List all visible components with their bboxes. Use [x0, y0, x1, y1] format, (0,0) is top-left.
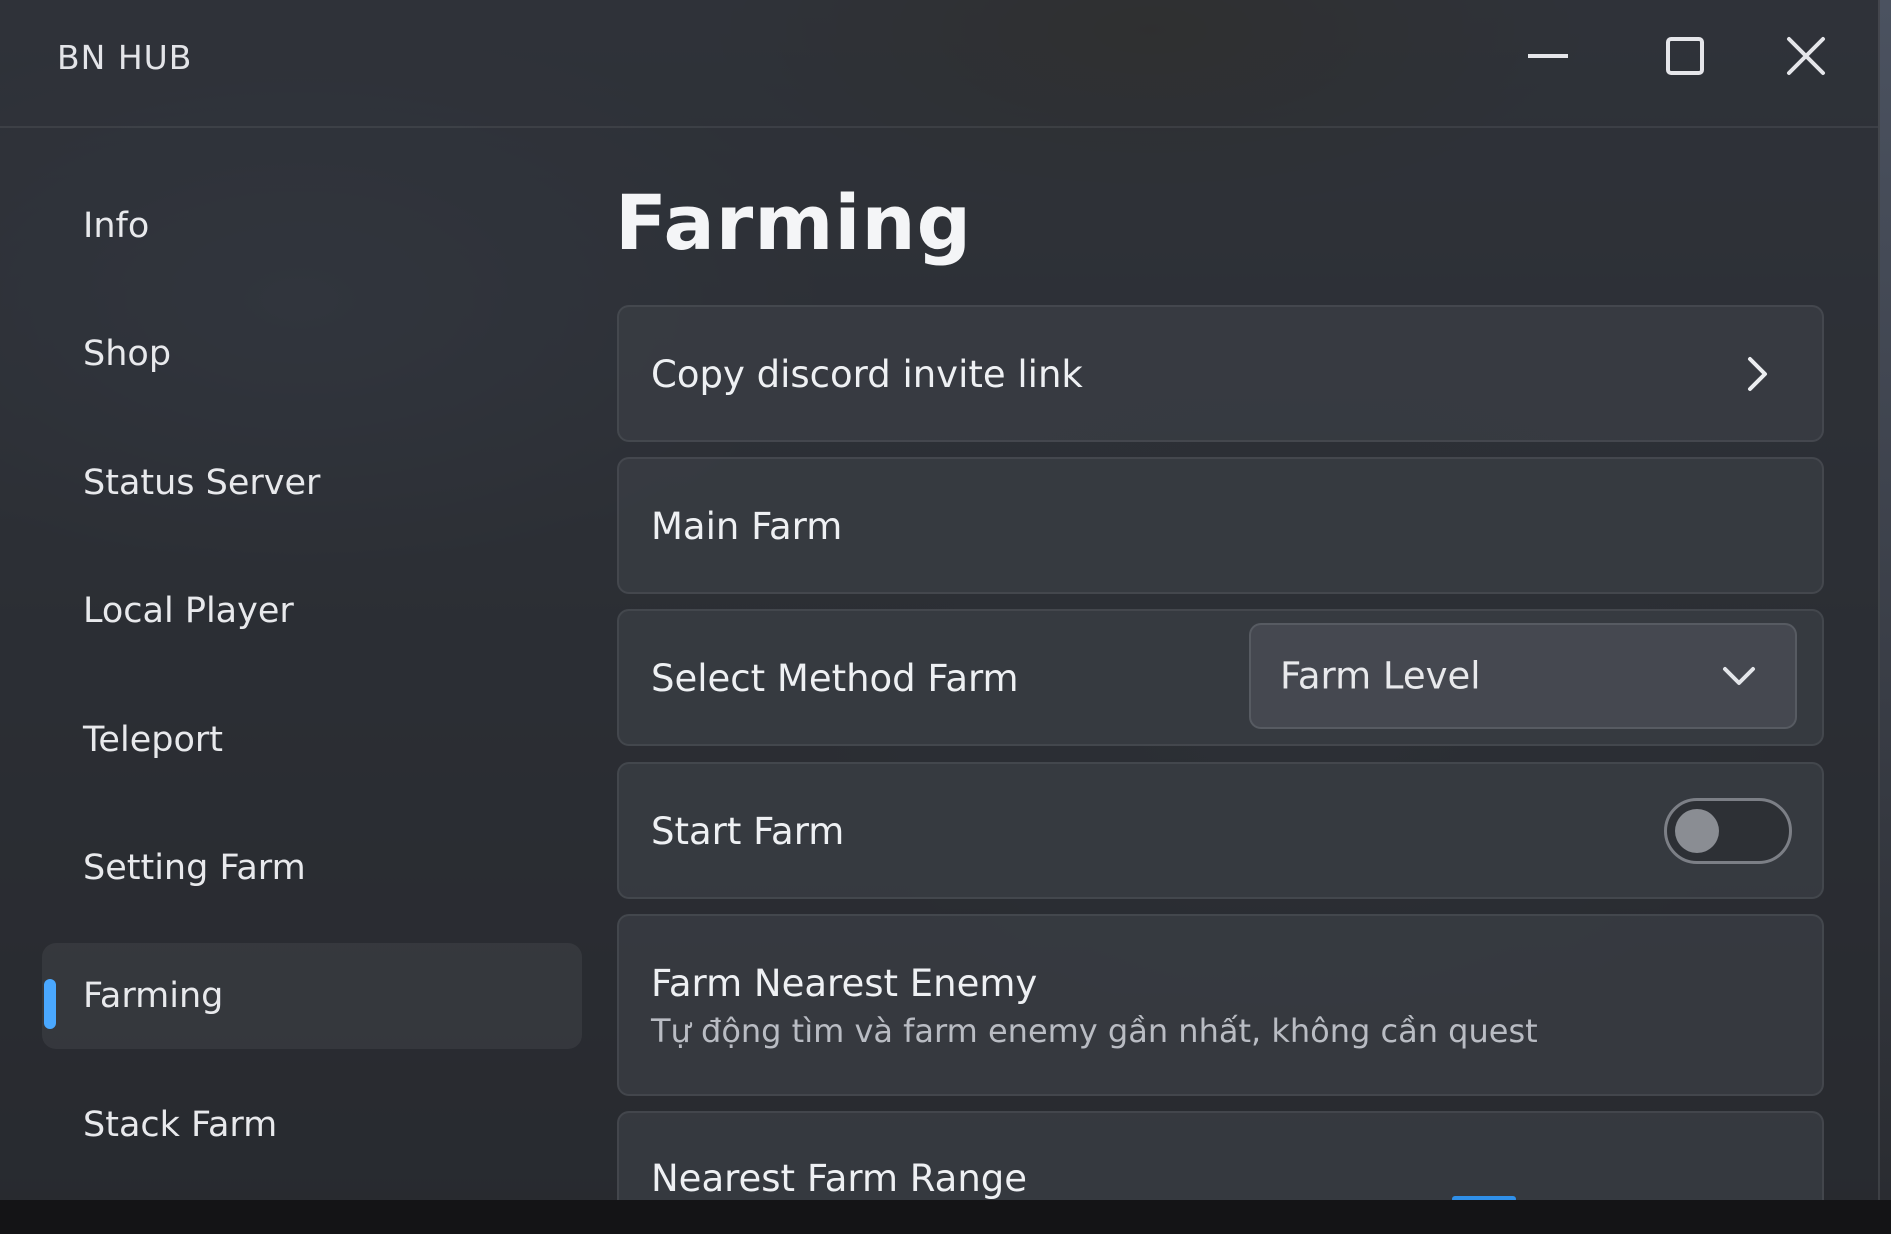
sidebar-item-farming[interactable]: Farming	[42, 943, 582, 1049]
sidebar-item-teleport[interactable]: Teleport	[42, 687, 582, 793]
maximize-button[interactable]	[1635, 20, 1735, 92]
start-farm-toggle[interactable]	[1664, 798, 1792, 864]
select-method-row: Select Method Farm Farm Level	[617, 609, 1824, 746]
chevron-down-icon	[1723, 667, 1755, 685]
sidebar-item-local-player[interactable]: Local Player	[42, 558, 582, 664]
section-header: Main Farm	[651, 505, 843, 548]
copy-discord-label: Copy discord invite link	[651, 353, 1083, 396]
sidebar-nav: Info Shop Status Server Local Player Tel…	[40, 130, 600, 1200]
sidebar-item-label: Farming	[83, 976, 224, 1016]
title-bar: BN HUB	[0, 0, 1878, 128]
page-title: Farming	[615, 178, 972, 267]
sidebar-item-label: Status Server	[83, 463, 321, 503]
farm-nearest-description: Tự động tìm và farm enemy gần nhất, khôn…	[651, 1012, 1538, 1050]
bottom-bar	[0, 1200, 1891, 1234]
sidebar-item-label: Stack Farm	[83, 1105, 278, 1145]
farm-nearest-label: Farm Nearest Enemy	[651, 962, 1038, 1005]
close-button[interactable]	[1756, 20, 1856, 92]
nearest-range-row: Nearest Farm Range	[617, 1111, 1824, 1200]
chevron-right-icon	[1748, 356, 1767, 391]
nearest-range-label: Nearest Farm Range	[651, 1157, 1028, 1200]
start-farm-label: Start Farm	[651, 810, 845, 853]
maximize-icon	[1666, 37, 1704, 75]
close-icon	[1787, 37, 1825, 75]
sidebar-item-label: Info	[83, 206, 150, 246]
sidebar-item-label: Setting Farm	[83, 848, 306, 888]
toggle-knob	[1675, 809, 1719, 853]
hub-window: BN HUB Info Shop Status Server Local Pla…	[0, 0, 1880, 1200]
method-dropdown[interactable]: Farm Level	[1249, 623, 1797, 729]
start-farm-row: Start Farm	[617, 762, 1824, 899]
sidebar-item-setting-farm[interactable]: Setting Farm	[42, 815, 582, 921]
sidebar-item-label: Local Player	[83, 591, 294, 631]
minimize-icon	[1528, 54, 1568, 58]
sidebar-item-status-server[interactable]: Status Server	[42, 430, 582, 536]
sidebar-item-label: Teleport	[83, 720, 223, 760]
main-farm-section: Main Farm	[617, 457, 1824, 594]
select-method-label: Select Method Farm	[651, 657, 1019, 700]
sidebar-item-stack-farm[interactable]: Stack Farm	[42, 1072, 582, 1178]
dropdown-selected-value: Farm Level	[1280, 654, 1481, 698]
sidebar-item-label: Shop	[83, 334, 172, 374]
game-background: BN HUB Info Shop Status Server Local Pla…	[0, 0, 1891, 1200]
sidebar-item-info[interactable]: Info	[42, 173, 582, 279]
app-title: BN HUB	[57, 38, 193, 77]
copy-discord-button[interactable]: Copy discord invite link	[617, 305, 1824, 442]
minimize-button[interactable]	[1498, 20, 1598, 92]
sidebar-item-shop[interactable]: Shop	[42, 301, 582, 407]
active-indicator	[44, 979, 56, 1029]
farm-nearest-row[interactable]: Farm Nearest Enemy Tự động tìm và farm e…	[617, 914, 1824, 1096]
